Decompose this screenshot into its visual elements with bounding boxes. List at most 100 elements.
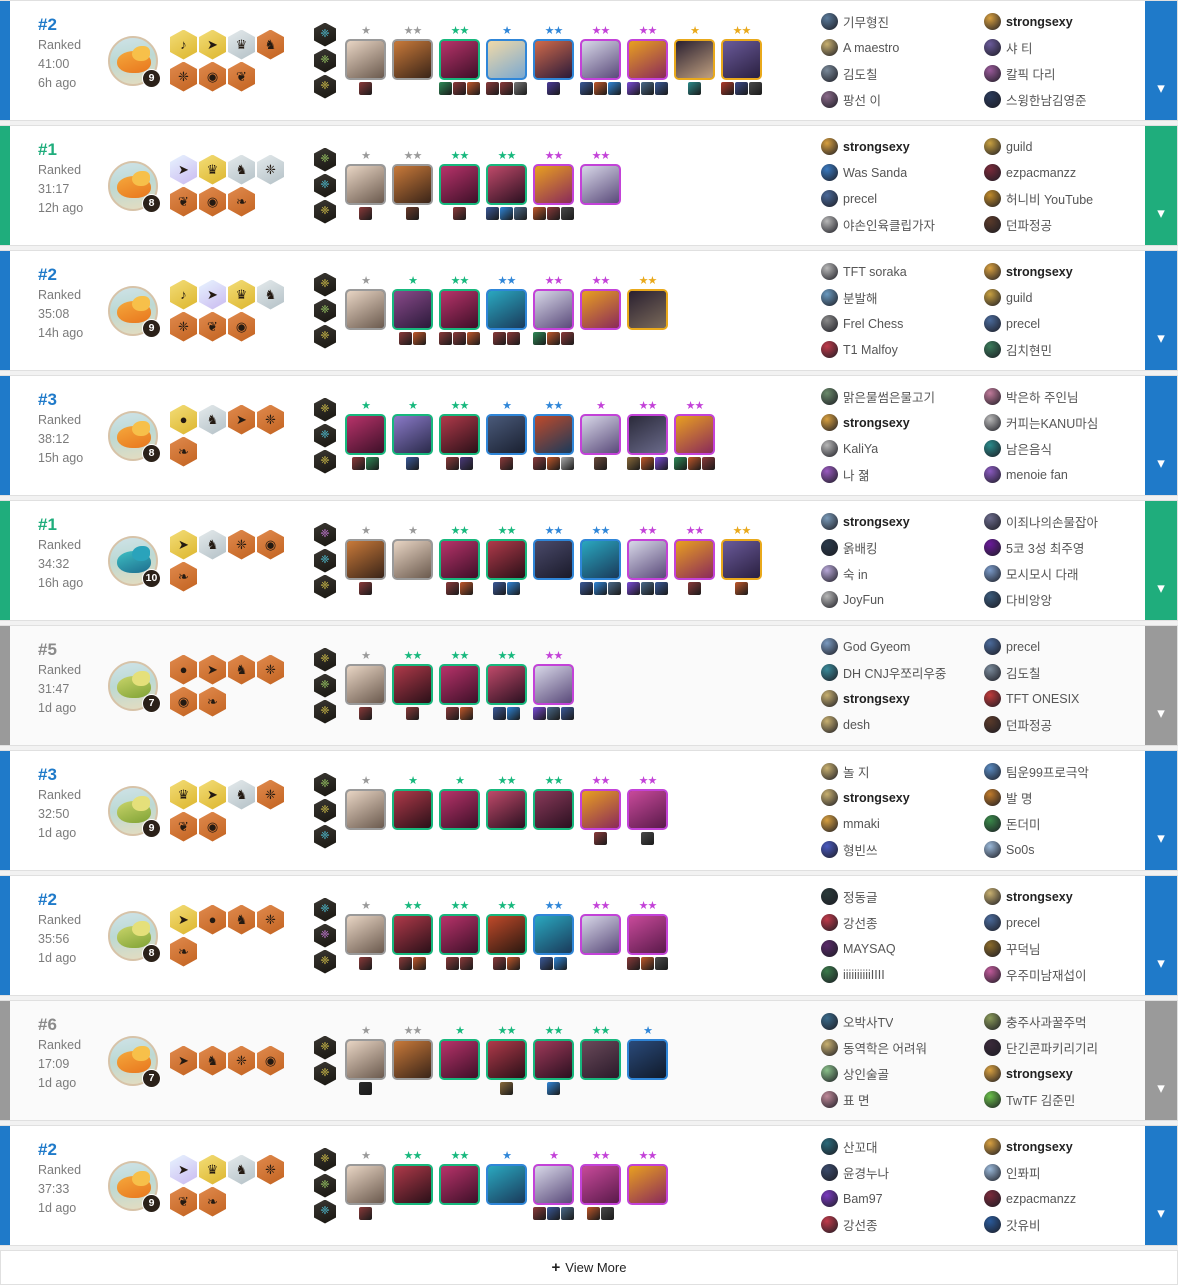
trait-hex[interactable]: ❈ — [257, 154, 284, 185]
player-row[interactable]: MAYSAQ — [821, 936, 976, 961]
augment-icon[interactable]: ❈ — [314, 272, 336, 297]
player-row[interactable]: So0s — [984, 837, 1139, 862]
unit[interactable]: ★★ — [485, 525, 528, 596]
augment-icon[interactable]: ❈ — [314, 673, 336, 698]
expand-match-button[interactable]: ▾ — [1145, 1, 1177, 120]
unit[interactable]: ★ — [438, 1025, 481, 1096]
player-row[interactable]: precel — [984, 910, 1139, 935]
player-row[interactable]: 분발해 — [821, 285, 976, 310]
trait-hex[interactable]: ❦ — [199, 311, 226, 342]
augment-icon[interactable]: ❈ — [314, 298, 336, 323]
player-row[interactable]: guild — [984, 134, 1139, 159]
player-row[interactable]: 정동글 — [821, 884, 976, 909]
trait-hex[interactable]: ♞ — [228, 1154, 255, 1185]
unit[interactable]: ★★ — [579, 25, 622, 96]
unit[interactable]: ★★ — [391, 900, 434, 971]
unit[interactable]: ★★ — [626, 525, 669, 596]
augment-icon[interactable]: ❈ — [314, 22, 336, 47]
augment-icon[interactable]: ❈ — [314, 74, 336, 99]
player-row[interactable]: 기무형진 — [821, 9, 976, 34]
unit[interactable]: ★★ — [579, 1150, 622, 1221]
augment-icon[interactable]: ❈ — [314, 449, 336, 474]
unit[interactable]: ★ — [673, 25, 716, 96]
unit[interactable]: ★ — [626, 1025, 669, 1096]
unit[interactable]: ★★ — [438, 25, 481, 96]
player-row[interactable]: 김치현민 — [984, 337, 1139, 362]
player-row-self[interactable]: strongsexy — [821, 134, 976, 159]
trait-hex[interactable]: ♞ — [228, 154, 255, 185]
unit[interactable]: ★★ — [391, 150, 434, 221]
trait-hex[interactable]: ◉ — [257, 529, 284, 560]
augment-icon[interactable]: ❈ — [314, 1147, 336, 1172]
trait-hex[interactable]: ❧ — [170, 436, 197, 467]
unit[interactable]: ★★ — [438, 400, 481, 471]
player-row[interactable]: 허니비 YouTube — [984, 186, 1139, 211]
player-row[interactable]: precel — [984, 311, 1139, 336]
expand-match-button[interactable]: ▾ — [1145, 1126, 1177, 1245]
player-row[interactable]: Frel Chess — [821, 311, 976, 336]
player-row[interactable]: JoyFun — [821, 587, 976, 612]
trait-hex[interactable]: ♞ — [257, 29, 284, 60]
unit[interactable]: ★ — [344, 525, 387, 596]
unit[interactable]: ★ — [344, 900, 387, 971]
player-row[interactable]: 커피는KANU마심 — [984, 410, 1139, 435]
expand-match-button[interactable]: ▾ — [1145, 876, 1177, 995]
trait-hex[interactable]: ◉ — [257, 1045, 284, 1076]
unit[interactable]: ★★ — [532, 25, 575, 96]
trait-hex[interactable]: ➤ — [170, 1045, 197, 1076]
unit[interactable]: ★★ — [485, 275, 528, 346]
unit[interactable]: ★★ — [391, 1025, 434, 1096]
trait-hex[interactable]: ❦ — [170, 186, 197, 217]
trait-hex[interactable]: ❦ — [228, 61, 255, 92]
augment-icon[interactable]: ❈ — [314, 1199, 336, 1224]
unit[interactable]: ★★ — [532, 775, 575, 846]
player-row[interactable]: precel — [984, 634, 1139, 659]
player-row[interactable]: 던파정공 — [984, 712, 1139, 737]
trait-hex[interactable]: ❈ — [228, 529, 255, 560]
player-row[interactable]: 박은하 주인님 — [984, 384, 1139, 409]
player-row[interactable]: A maestro — [821, 35, 976, 60]
player-row[interactable]: DH CNJ우쪼리우중 — [821, 660, 976, 685]
trait-hex[interactable]: ❈ — [170, 311, 197, 342]
unit[interactable]: ★★ — [532, 1025, 575, 1096]
unit[interactable]: ★ — [344, 650, 387, 721]
unit[interactable]: ★ — [532, 1150, 575, 1221]
unit[interactable]: ★ — [391, 525, 434, 596]
player-row[interactable]: TwTF 김준민 — [984, 1087, 1139, 1112]
unit[interactable]: ★★ — [626, 400, 669, 471]
unit[interactable]: ★★ — [391, 650, 434, 721]
trait-hex[interactable]: ◉ — [199, 61, 226, 92]
trait-hex[interactable]: ❈ — [257, 1154, 284, 1185]
trait-hex[interactable]: ♛ — [199, 154, 226, 185]
unit[interactable]: ★ — [344, 400, 387, 471]
player-row-self[interactable]: strongsexy — [821, 785, 976, 810]
player-row[interactable]: desh — [821, 712, 976, 737]
player-row[interactable]: mmaki — [821, 811, 976, 836]
augment-icon[interactable]: ❈ — [314, 522, 336, 547]
unit[interactable]: ★★ — [673, 400, 716, 471]
unit[interactable]: ★★ — [579, 775, 622, 846]
trait-hex[interactable]: ♞ — [228, 654, 255, 685]
player-row[interactable]: 샤 티 — [984, 35, 1139, 60]
unit[interactable]: ★★ — [485, 900, 528, 971]
augment-icon[interactable]: ❈ — [314, 798, 336, 823]
player-row-self[interactable]: strongsexy — [821, 410, 976, 435]
unit[interactable]: ★★ — [626, 275, 669, 346]
player-row[interactable]: TFT ONESIX — [984, 686, 1139, 711]
unit[interactable]: ★★ — [532, 900, 575, 971]
trait-hex[interactable]: ❧ — [170, 561, 197, 592]
player-row[interactable]: 형빈쓰 — [821, 837, 976, 862]
trait-hex[interactable]: ♛ — [199, 1154, 226, 1185]
augment-icon[interactable]: ❈ — [314, 699, 336, 724]
unit[interactable]: ★ — [485, 1150, 528, 1221]
unit[interactable]: ★★ — [438, 525, 481, 596]
unit[interactable]: ★★ — [720, 25, 763, 96]
augment-icon[interactable]: ❈ — [314, 574, 336, 599]
player-row-self[interactable]: strongsexy — [984, 1134, 1139, 1159]
player-row[interactable]: 스윙한남김영준 — [984, 87, 1139, 112]
unit[interactable]: ★ — [344, 150, 387, 221]
trait-hex[interactable]: ❈ — [170, 61, 197, 92]
trait-hex[interactable]: ● — [170, 654, 197, 685]
unit[interactable]: ★★ — [438, 275, 481, 346]
player-row-self[interactable]: strongsexy — [984, 9, 1139, 34]
